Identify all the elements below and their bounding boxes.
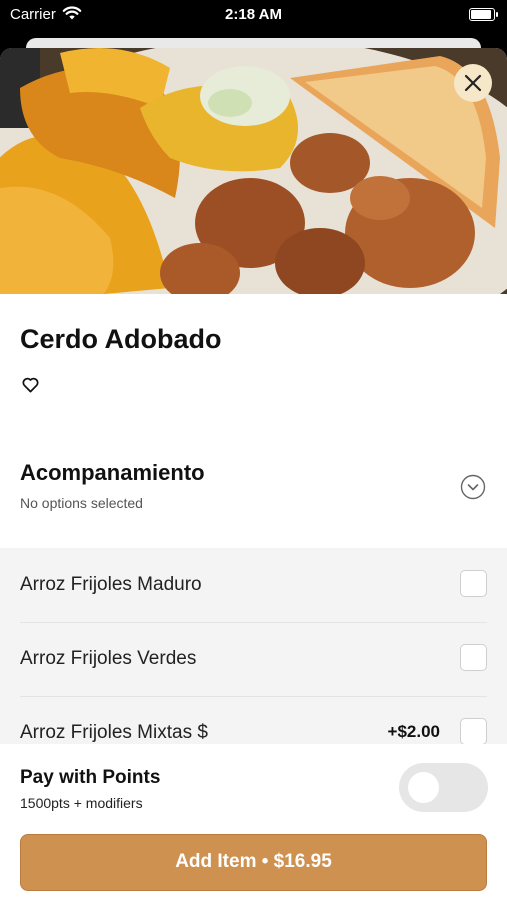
option-row[interactable]: Arroz Frijoles Maduro — [20, 548, 487, 623]
close-icon — [464, 74, 482, 92]
option-checkbox[interactable] — [460, 570, 487, 597]
option-row[interactable]: Arroz Frijoles Verdes — [20, 622, 487, 697]
pay-with-points-title: Pay with Points — [20, 767, 161, 788]
battery-icon — [469, 8, 498, 21]
option-group-title: Acompanamiento — [20, 460, 205, 485]
option-checkbox[interactable] — [460, 644, 487, 671]
option-label: Arroz Frijoles Maduro — [20, 574, 202, 595]
item-title: Cerdo Adobado — [20, 324, 222, 354]
option-checkbox[interactable] — [460, 718, 487, 745]
heart-icon[interactable] — [21, 375, 40, 394]
status-bar: Carrier 2:18 AM — [0, 0, 507, 30]
chevron-down-icon[interactable] — [460, 474, 486, 500]
option-price: +$2.00 — [387, 722, 440, 741]
close-button[interactable] — [454, 64, 492, 102]
checkout-footer: Pay with Points 1500pts + modifiers Add … — [0, 744, 507, 900]
pay-with-points-toggle[interactable] — [399, 763, 488, 812]
toggle-knob — [408, 772, 439, 803]
option-label: Arroz Frijoles Mixtas $ — [20, 722, 208, 743]
dish-image — [0, 48, 507, 294]
status-time: 2:18 AM — [225, 6, 282, 23]
add-item-button[interactable]: Add Item • $16.95 — [20, 834, 487, 891]
option-label: Arroz Frijoles Verdes — [20, 648, 197, 669]
item-sheet: Cerdo Adobado Acompanamiento No options … — [0, 48, 507, 900]
option-group-status: No options selected — [20, 495, 143, 511]
pay-with-points-subtitle: 1500pts + modifiers — [20, 795, 143, 811]
